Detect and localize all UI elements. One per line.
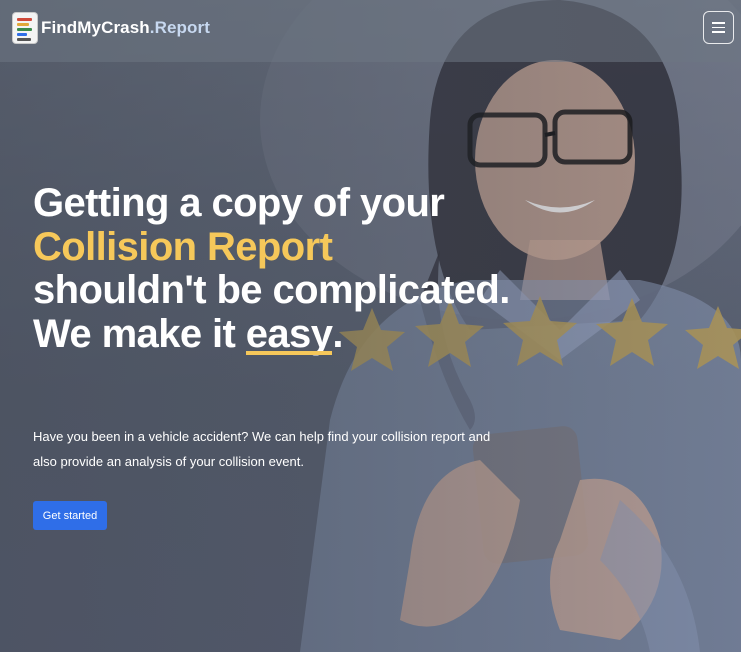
top-navbar: FindMyCrash.Report <box>0 0 741 62</box>
get-started-button[interactable]: Get started <box>33 501 107 530</box>
brand-main: FindMyCrash <box>41 18 150 37</box>
headline-highlight: Collision Report <box>33 224 333 269</box>
headline-line1: Getting a copy of your <box>33 181 445 225</box>
brand-name: FindMyCrash.Report <box>41 18 210 38</box>
report-document-logo-icon <box>13 13 37 43</box>
brand-link[interactable]: FindMyCrash.Report <box>13 13 210 43</box>
hamburger-menu-icon[interactable] <box>703 11 734 44</box>
headline-end: . <box>332 311 343 356</box>
hero-section: Getting a copy of your Collision Report … <box>0 0 741 652</box>
headline-emphasis: easy <box>245 311 333 356</box>
hero-headline: Getting a copy of your Collision Report … <box>33 181 513 356</box>
brand-suffix: .Report <box>149 18 210 37</box>
hero-subtext: Have you been in a vehicle accident? We … <box>33 429 491 469</box>
